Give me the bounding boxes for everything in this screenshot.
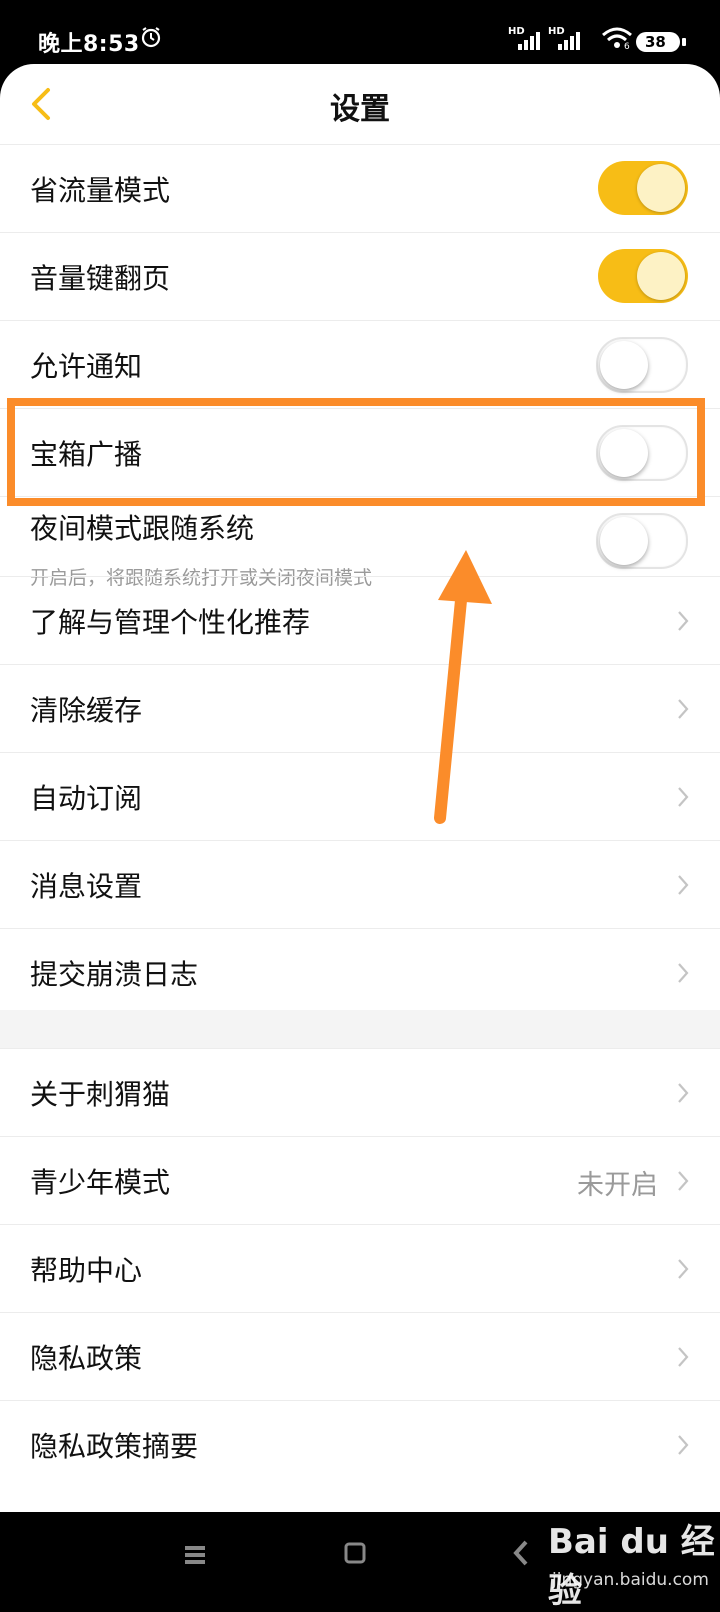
settings-screen: 设置 省流量模式 音量键翻页 允许通知 宝箱广播 夜间模式跟随系统 开启后，将跟…	[0, 64, 720, 1512]
toggle-knob	[600, 429, 648, 477]
setting-label: 青少年模式	[30, 1166, 171, 1199]
watermark-url: jingyan.baidu.com	[552, 1570, 709, 1590]
cell-signal-2-icon: HD	[548, 26, 582, 52]
chevron-right-icon	[678, 611, 689, 631]
setting-row-help-center[interactable]: 帮助中心	[0, 1224, 720, 1313]
setting-label: 音量键翻页	[30, 262, 171, 295]
setting-label: 隐私政策	[30, 1342, 143, 1375]
chevron-right-icon	[678, 875, 689, 895]
alarm-icon	[141, 27, 161, 48]
top-bar: 设置	[0, 64, 720, 144]
nav-back-icon[interactable]	[512, 1540, 530, 1566]
battery-level: 38	[645, 33, 666, 51]
battery-icon: 38	[636, 30, 688, 54]
page-title: 设置	[330, 92, 390, 127]
status-bar: 晚上8:53 HD HD 6 38	[0, 0, 720, 64]
recent-apps-icon[interactable]	[184, 1544, 206, 1566]
setting-label: 提交崩溃日志	[30, 958, 199, 991]
setting-row-night-mode-follow-system[interactable]: 夜间模式跟随系统 开启后，将跟随系统打开或关闭夜间模式	[0, 496, 720, 589]
volume-key-page-toggle[interactable]	[598, 249, 688, 303]
setting-label: 省流量模式	[30, 174, 171, 207]
toggle-knob	[600, 517, 648, 565]
setting-row-personalized-recommendation[interactable]: 了解与管理个性化推荐	[0, 576, 720, 665]
setting-label: 清除缓存	[30, 694, 143, 727]
setting-row-privacy-summary[interactable]: 隐私政策摘要	[0, 1400, 720, 1489]
home-icon[interactable]	[344, 1542, 366, 1564]
setting-row-about[interactable]: 关于刺猬猫	[0, 1048, 720, 1137]
wifi-icon: 6	[600, 26, 634, 54]
toggle-knob	[637, 164, 685, 212]
wifi-6-label: 6	[624, 42, 630, 52]
teen-mode-status: 未开启	[577, 1170, 658, 1201]
setting-row-message-settings[interactable]: 消息设置	[0, 840, 720, 929]
data-saver-toggle[interactable]	[598, 161, 688, 215]
chevron-right-icon	[678, 1171, 689, 1191]
setting-row-teen-mode[interactable]: 青少年模式 未开启	[0, 1136, 720, 1225]
setting-label: 宝箱广播	[30, 438, 143, 471]
setting-label: 消息设置	[30, 870, 143, 903]
toggle-knob	[600, 341, 648, 389]
chevron-right-icon	[678, 1259, 689, 1279]
setting-label: 关于刺猬猫	[30, 1078, 171, 1111]
setting-row-volume-key-page[interactable]: 音量键翻页	[0, 232, 720, 321]
chevron-right-icon	[678, 1347, 689, 1367]
setting-row-submit-crash-log[interactable]: 提交崩溃日志	[0, 928, 720, 1017]
setting-row-privacy-policy[interactable]: 隐私政策	[0, 1312, 720, 1401]
setting-row-clear-cache[interactable]: 清除缓存	[0, 664, 720, 753]
setting-row-data-saver[interactable]: 省流量模式	[0, 144, 720, 233]
watermark-logo: Bai du 经验	[548, 1522, 715, 1611]
chevron-right-icon	[678, 1083, 689, 1103]
chevron-right-icon	[678, 1435, 689, 1455]
setting-row-treasure-broadcast[interactable]: 宝箱广播	[0, 408, 720, 497]
setting-label: 允许通知	[30, 350, 143, 383]
allow-notifications-toggle[interactable]	[596, 337, 688, 393]
night-mode-follow-toggle[interactable]	[596, 513, 688, 569]
setting-label: 夜间模式跟随系统	[30, 512, 255, 545]
chevron-right-icon	[678, 787, 689, 807]
setting-row-allow-notifications[interactable]: 允许通知	[0, 320, 720, 409]
toggle-knob	[637, 252, 685, 300]
setting-label: 了解与管理个性化推荐	[30, 606, 311, 639]
setting-row-auto-subscribe[interactable]: 自动订阅	[0, 752, 720, 841]
section-divider	[0, 1010, 720, 1048]
treasure-broadcast-toggle[interactable]	[596, 425, 688, 481]
setting-label: 隐私政策摘要	[30, 1430, 199, 1463]
setting-label: 帮助中心	[30, 1254, 143, 1287]
setting-label: 自动订阅	[30, 782, 143, 815]
baidu-jingyan-watermark: Bai du 经验 jingyan.baidu.com	[548, 1514, 720, 1611]
chevron-right-icon	[678, 963, 689, 983]
cell-signal-icon: HD	[508, 26, 542, 52]
status-time: 晚上8:53	[38, 32, 140, 57]
chevron-right-icon	[678, 699, 689, 719]
